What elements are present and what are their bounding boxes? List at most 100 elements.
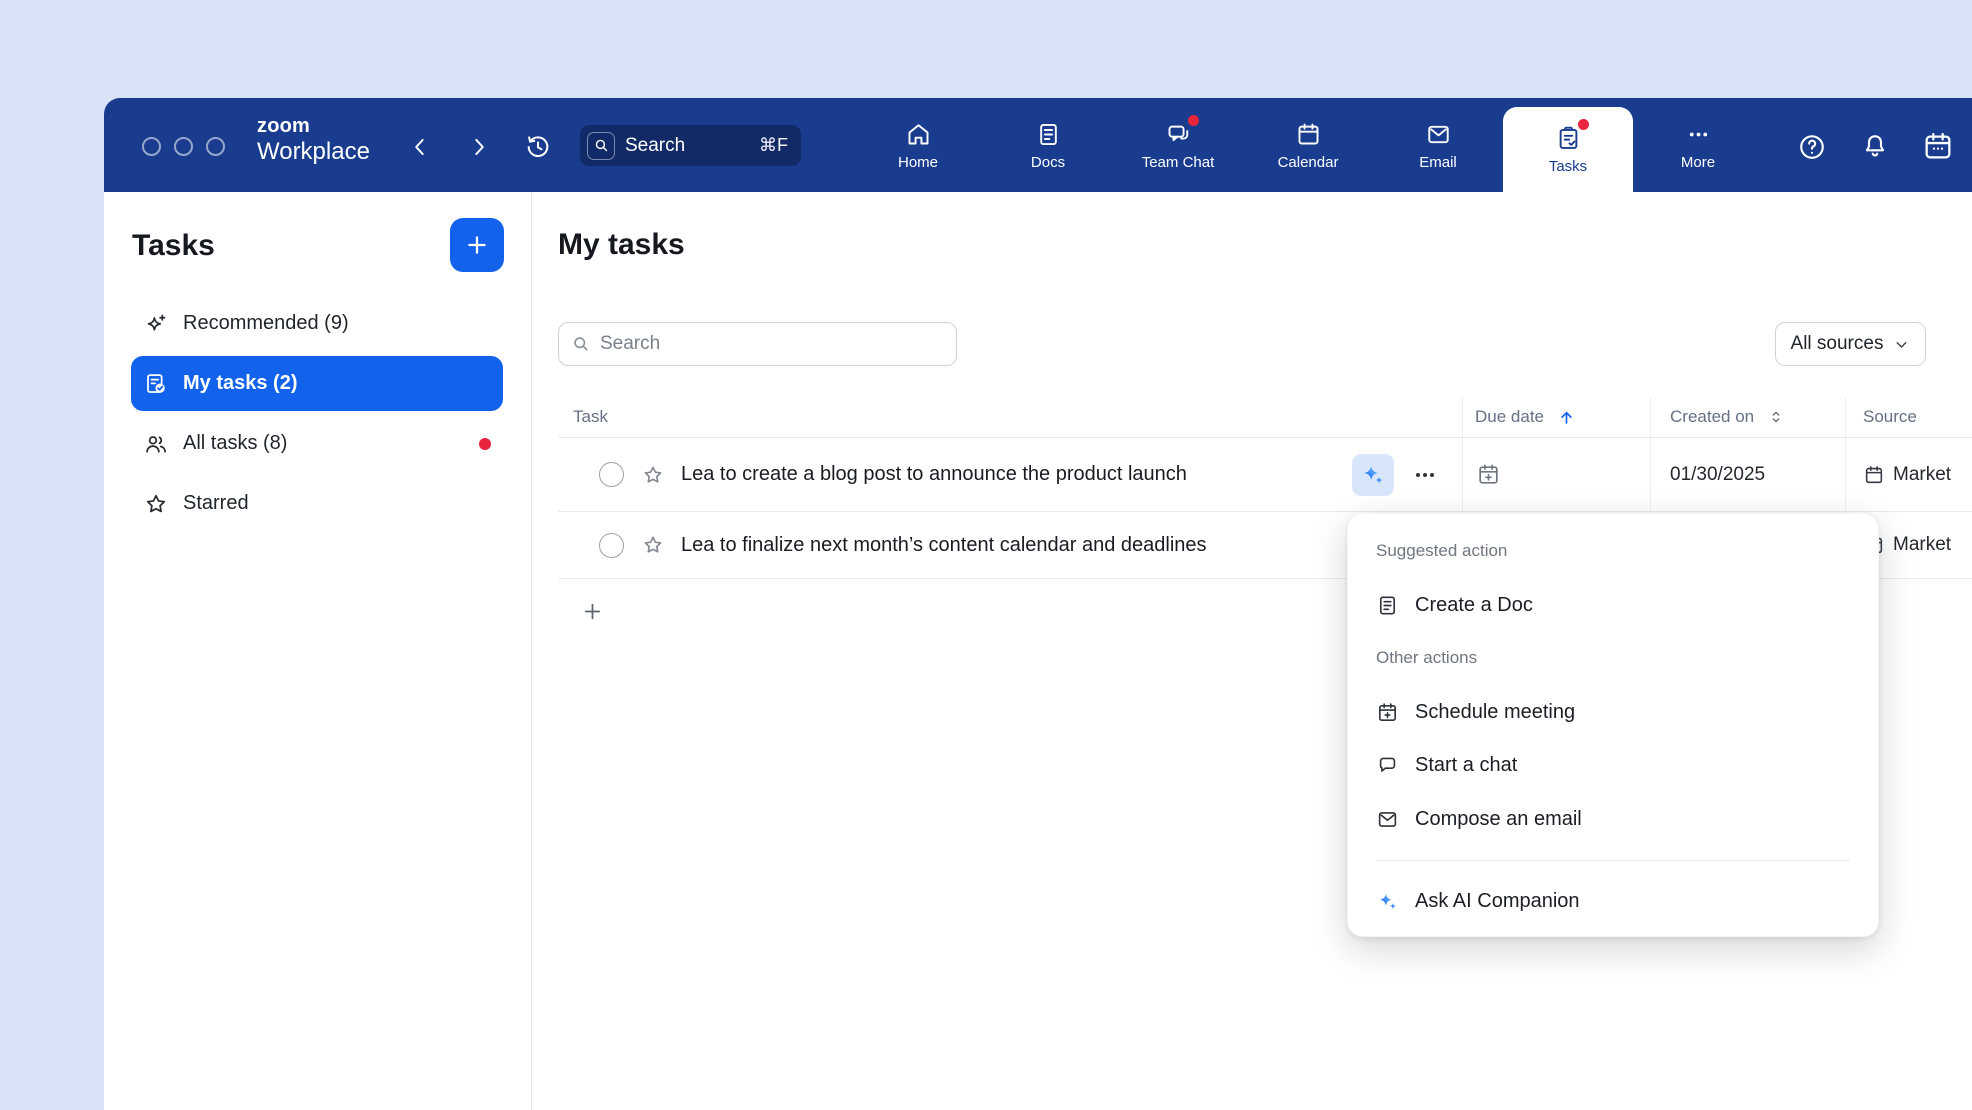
source-label: Market [1893,534,1951,556]
task-title: Lea to finalize next month’s content cal… [681,534,1207,557]
window-control-maximize[interactable] [206,137,225,156]
sidebar-item-label: Recommended (9) [183,312,349,335]
sidebar: Tasks Recommended (9) My tasks [104,192,532,1110]
global-search[interactable]: Search ⌘F [580,125,801,166]
calendar-plus-icon [1476,462,1501,487]
column-due-date[interactable]: Due date [1462,397,1650,437]
nav-item-calendar[interactable]: Calendar [1243,98,1373,192]
notifications-button[interactable] [1858,129,1892,163]
menu-item-label: Schedule meeting [1415,701,1575,724]
task-checkbox[interactable] [599,462,624,487]
calendar-widget-button[interactable] [1921,129,1955,163]
history-button[interactable] [522,131,554,163]
column-label: Source [1863,407,1917,427]
window-control-close[interactable] [142,137,161,156]
team-chat-icon [1165,121,1192,148]
calendar-date-icon [1922,130,1954,162]
help-button[interactable] [1795,130,1829,164]
add-task-row-button[interactable] [574,593,610,629]
created-date: 01/30/2025 [1670,464,1765,486]
nav-label: Email [1419,155,1457,170]
source-label: Market [1893,464,1951,486]
email-icon [1425,121,1452,148]
app-window: zoom Workplace [104,98,1972,1110]
back-button[interactable] [404,131,436,163]
nav-item-docs[interactable]: Docs [983,98,1113,192]
menu-item-ask-ai[interactable]: Ask AI Companion [1348,879,1878,923]
chat-icon [1376,754,1399,777]
menu-item-compose-email[interactable]: Compose an email [1348,797,1878,841]
table-header: Task Due date Created on Source [558,397,1972,438]
sidebar-item-all-tasks[interactable]: All tasks (8) [131,416,503,471]
new-task-button[interactable] [450,218,504,272]
window-control-minimize[interactable] [174,137,193,156]
ai-companion-button[interactable] [1352,454,1394,496]
bell-icon [1860,131,1890,161]
menu-item-label: Create a Doc [1415,594,1533,617]
sources-filter-label: All sources [1791,333,1884,355]
menu-item-label: Ask AI Companion [1415,890,1580,913]
star-toggle[interactable] [641,533,665,557]
column-label: Created on [1670,407,1754,427]
sidebar-item-label: My tasks (2) [183,372,298,395]
tasks-icon [1555,125,1582,152]
nav-item-tasks[interactable]: Tasks [1503,107,1633,192]
sidebar-item-starred[interactable]: Starred [131,476,503,531]
email-icon [1376,808,1399,831]
main-panel: My tasks All sources Task Due dat [532,192,1972,1110]
column-label: Due date [1475,407,1544,427]
sidebar-item-my-tasks[interactable]: My tasks (2) [131,356,503,411]
help-icon [1797,132,1827,162]
star-toggle[interactable] [641,463,665,487]
nav-item-email[interactable]: Email [1373,98,1503,192]
window-controls [142,137,225,156]
column-task: Task [558,397,1462,437]
forward-button[interactable] [463,131,495,163]
more-icon [1685,121,1712,148]
search-shortcut: ⌘F [759,135,788,156]
task-search-input[interactable] [600,333,944,355]
ai-sparkle-icon [1360,462,1386,488]
menu-item-create-doc[interactable]: Create a Doc [1348,583,1878,627]
more-actions-button[interactable] [1408,458,1442,492]
task-title: Lea to create a blog post to announce th… [681,463,1187,486]
sidebar-title: Tasks [132,229,215,263]
task-check-icon [143,371,169,397]
nav-label: Team Chat [1142,155,1215,170]
primary-nav: Home Docs Team Chat Calendar [853,98,1763,192]
chevron-left-icon [407,134,433,160]
docs-icon [1035,121,1062,148]
nav-label: Tasks [1549,159,1587,174]
sparkle-plus-icon [143,311,169,337]
menu-item-label: Start a chat [1415,754,1517,777]
calendar-plus-icon [1376,701,1399,724]
sidebar-item-label: Starred [183,492,249,515]
menu-item-schedule-meeting[interactable]: Schedule meeting [1348,690,1878,734]
actions-menu: Suggested action Create a Doc Other acti… [1347,513,1879,937]
sidebar-list: Recommended (9) My tasks (2) All tasks (… [131,296,503,531]
sort-toggle-icon [1767,408,1785,426]
notification-dot [1188,115,1199,126]
plus-icon [581,600,604,623]
sidebar-item-recommended[interactable]: Recommended (9) [131,296,503,351]
task-search [558,322,957,366]
star-icon [143,491,169,517]
sources-filter-button[interactable]: All sources [1775,322,1926,366]
add-due-date-button[interactable] [1475,462,1501,488]
nav-item-more[interactable]: More [1633,98,1763,192]
menu-item-start-chat[interactable]: Start a chat [1348,743,1878,787]
nav-item-home[interactable]: Home [853,98,983,192]
task-checkbox[interactable] [599,533,624,558]
plus-icon [464,232,490,258]
column-created-on[interactable]: Created on [1650,397,1845,437]
history-icon [524,133,552,161]
nav-item-team-chat[interactable]: Team Chat [1113,98,1243,192]
column-source: Source [1845,397,1972,437]
people-icon [143,431,169,457]
sidebar-item-label: All tasks (8) [183,432,287,455]
ai-sparkle-icon [1376,890,1399,913]
calendar-icon [1295,121,1322,148]
task-row[interactable]: Lea to create a blog post to announce th… [558,438,1972,512]
doc-icon [1376,594,1399,617]
menu-section-label: Suggested action [1376,541,1507,561]
